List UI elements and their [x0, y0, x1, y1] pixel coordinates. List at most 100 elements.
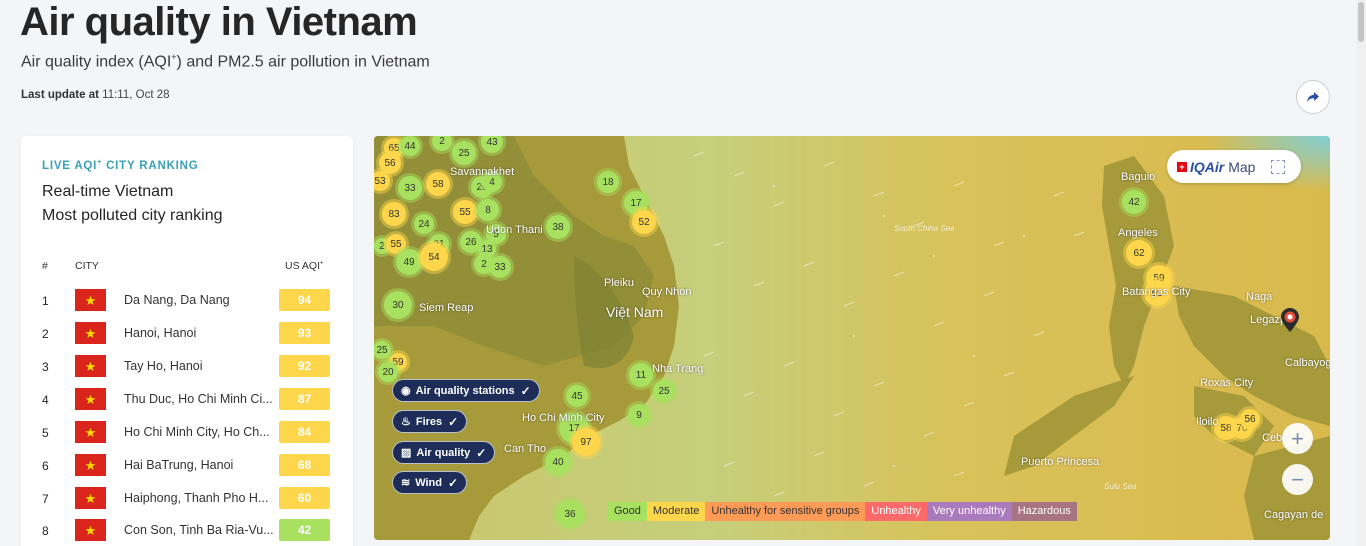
ranking-row[interactable]: 3 ★ Tay Ho, Hanoi 92 — [21, 354, 353, 380]
ranking-row[interactable]: 4 ★ Thu Duc, Ho Chi Minh Ci... 87 — [21, 387, 353, 413]
ranking-row[interactable]: 1 ★ Da Nang, Da Nang 94 — [21, 288, 353, 314]
aqi-legend: Good Moderate Unhealthy for sensitive grou… — [608, 502, 1077, 521]
toggle-air-quality[interactable]: ▨ Air quality ✓ — [392, 441, 496, 464]
wind-icon: ≋ — [401, 477, 411, 489]
rank-number: 7 — [42, 492, 49, 506]
rank-number: 4 — [42, 393, 49, 407]
toggle-wind[interactable]: ≋ Wind ✓ — [392, 471, 468, 494]
rank-number: 2 — [42, 327, 49, 341]
city-name-link[interactable]: Thu Duc, Ho Chi Minh Ci... — [124, 392, 274, 406]
aqi-station-marker[interactable]: 54 — [420, 243, 448, 271]
aqi-station-marker[interactable]: 18 — [597, 171, 619, 193]
ranking-label: LIVE AQI+ CITY RANKING — [42, 159, 199, 172]
map-place-label: Siem Reap — [419, 302, 474, 314]
fire-icon: ♨ — [401, 416, 411, 428]
air-quality-map[interactable]: 6544225435653335820418175283245583825521… — [374, 136, 1330, 540]
share-icon — [1307, 92, 1319, 102]
vietnam-flag-icon: ★ — [75, 487, 106, 509]
aqi-station-marker[interactable]: 20 — [378, 362, 398, 382]
page-scrollbar[interactable] — [1356, 0, 1366, 546]
page-title: Air quality in Vietnam — [20, 0, 418, 44]
aqi-badge: 68 — [279, 454, 330, 476]
aqi-station-marker[interactable]: 11 — [629, 363, 653, 387]
check-icon: ✓ — [448, 414, 459, 429]
city-name-link[interactable]: Tay Ho, Hanoi — [124, 359, 274, 373]
ranking-row[interactable]: 8 ★ Con Son, Tinh Ba Ria-Vu... 42 — [21, 518, 353, 544]
city-name-link[interactable]: Haiphong, Thanh Pho H... — [124, 491, 274, 505]
aqi-station-marker[interactable]: 49 — [396, 249, 422, 275]
aqi-station-marker[interactable]: 83 — [382, 202, 406, 226]
map-place-label: Quy Nhon — [642, 286, 692, 298]
city-name-link[interactable]: Hai BaTrung, Hanoi — [124, 458, 274, 472]
aqi-station-marker[interactable]: 40 — [545, 449, 571, 475]
aqi-station-marker[interactable]: 33 — [398, 176, 422, 200]
aqi-station-marker[interactable]: 33 — [489, 256, 511, 278]
vietnam-flag-icon: ★ — [75, 289, 106, 311]
aqi-station-marker[interactable]: 25 — [452, 141, 476, 165]
map-background — [374, 136, 1330, 540]
aqi-station-marker[interactable]: 8 — [477, 199, 499, 221]
aqi-badge: 93 — [279, 322, 330, 344]
aqi-station-marker[interactable]: 56 — [1240, 409, 1260, 429]
aqi-station-marker[interactable]: 36 — [556, 500, 584, 528]
aqi-badge: 87 — [279, 388, 330, 410]
map-place-label: Roxas City — [1200, 377, 1254, 389]
aqi-badge: 94 — [279, 289, 330, 311]
page: Air quality in Vietnam Air quality index… — [0, 0, 1366, 546]
aqi-station-marker[interactable]: 30 — [384, 291, 412, 319]
legend-item: Moderate — [646, 502, 706, 521]
ranking-row[interactable]: 5 ★ Ho Chi Minh City, Ho Ch... 84 — [21, 420, 353, 446]
aqi-station-marker[interactable]: 58 — [426, 172, 450, 196]
city-column-header: CITY — [75, 260, 99, 272]
aqi-station-marker[interactable]: 62 — [1126, 240, 1152, 266]
aqi-station-marker[interactable]: 45 — [566, 385, 588, 407]
map-place-label: Puerto Princesa — [1021, 456, 1100, 468]
ranking-row[interactable]: 2 ★ Hanoi, Hanoi 93 — [21, 321, 353, 347]
zoom-out-button[interactable]: − — [1282, 464, 1313, 495]
aqi-badge: 42 — [279, 519, 330, 541]
aqi-station-marker[interactable]: 52 — [632, 210, 656, 234]
map-place-label: Can Tho — [504, 443, 546, 455]
rank-number: 5 — [42, 426, 49, 440]
share-button[interactable] — [1296, 80, 1330, 114]
map-place-label: Sulu Sea — [1104, 482, 1137, 491]
city-name-link[interactable]: Con Son, Tinh Ba Ria-Vu... — [124, 523, 274, 537]
map-place-label: Baguio — [1121, 171, 1156, 183]
fullscreen-icon[interactable] — [1271, 159, 1286, 174]
legend-item: Hazardous — [1011, 502, 1077, 521]
swiss-flag-icon: + — [1177, 161, 1187, 172]
map-place-label: Batangas City — [1122, 286, 1191, 298]
iqair-logo: IQAir — [1190, 158, 1225, 175]
check-icon: ✓ — [448, 475, 459, 490]
toggle-fires[interactable]: ♨ Fires ✓ — [392, 410, 468, 433]
map-place-label: Angeles — [1118, 227, 1158, 239]
aqi-station-marker[interactable]: 42 — [1122, 190, 1146, 214]
iqair-map-button[interactable]: + IQAir Map — [1167, 150, 1301, 183]
vietnam-flag-icon: ★ — [75, 519, 106, 541]
aqi-station-marker[interactable]: 9 — [628, 404, 650, 426]
ranking-row[interactable]: 6 ★ Hai BaTrung, Hanoi 68 — [21, 453, 353, 479]
legend-item: Very unhealthy — [926, 502, 1012, 521]
rank-number: 6 — [42, 459, 49, 473]
city-name-link[interactable]: Hanoi, Hanoi — [124, 326, 274, 340]
aqi-station-marker[interactable]: 55 — [453, 200, 477, 224]
city-name-link[interactable]: Ho Chi Minh City, Ho Ch... — [124, 425, 274, 439]
ranking-row[interactable]: 7 ★ Haiphong, Thanh Pho H... 60 — [21, 486, 353, 512]
aqi-station-marker[interactable]: 24 — [414, 214, 434, 234]
location-pin-icon[interactable] — [1279, 307, 1301, 333]
map-place-label: Pleiku — [604, 277, 634, 289]
aqi-station-marker[interactable]: 25 — [653, 380, 675, 402]
city-name-link[interactable]: Da Nang, Da Nang — [124, 293, 274, 307]
legend-item: Unhealthy for sensitive groups — [705, 502, 866, 521]
aqi-station-marker[interactable]: 44 — [400, 136, 420, 156]
legend-item: Good — [608, 502, 647, 521]
zoom-in-button[interactable]: + — [1282, 423, 1313, 454]
map-place-label: Ho Chi Minh City — [522, 412, 605, 424]
aqi-station-marker[interactable]: 97 — [572, 428, 600, 456]
aqi-column-header: US AQI+ — [285, 260, 324, 272]
map-label: Map — [1228, 158, 1256, 175]
page-subtitle: Air quality index (AQI+) and PM2.5 air p… — [21, 52, 430, 71]
toggle-air-quality-stations[interactable]: ◉ Air quality stations ✓ — [392, 379, 540, 402]
aqi-station-marker[interactable]: 38 — [546, 215, 570, 239]
legend-item: Unhealthy — [865, 502, 927, 521]
